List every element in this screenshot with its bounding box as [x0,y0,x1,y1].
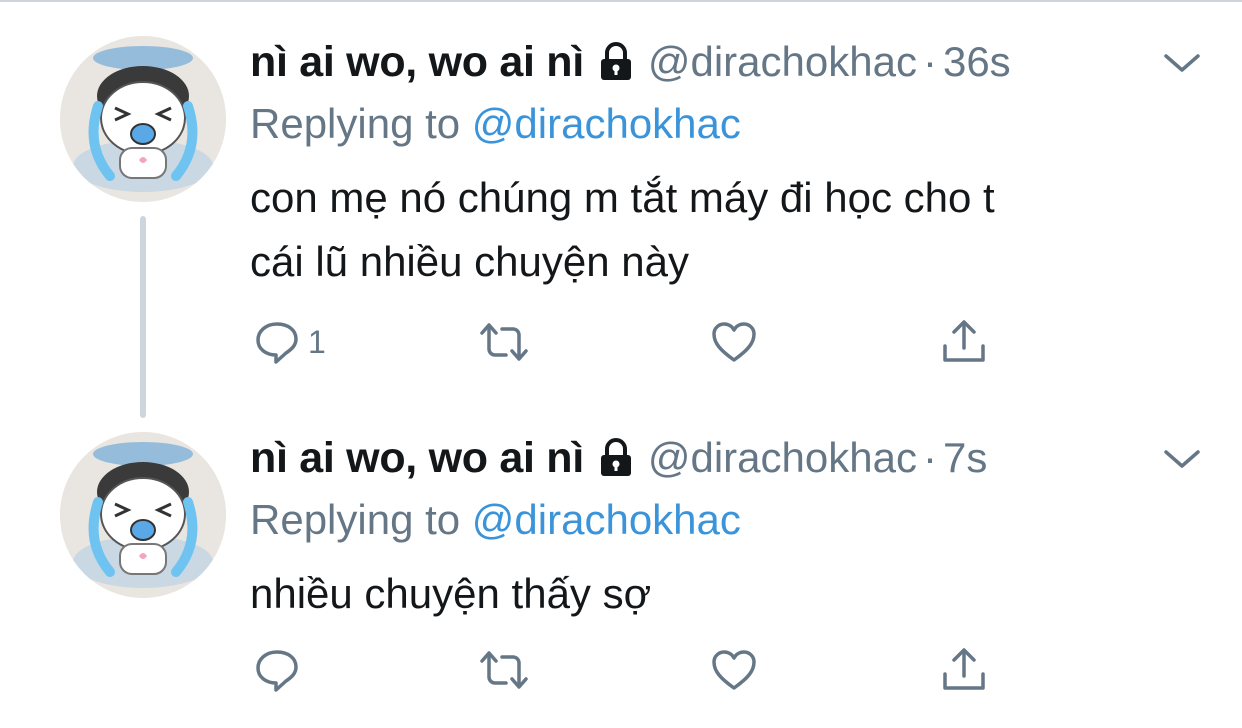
retweet-icon [476,647,532,693]
share-icon [940,318,988,366]
replying-to: Replying to @dirachokhac [250,96,1202,152]
tweet-content: nì ai wo, wo ai nì @dirachokhac · 7s Rep… [250,432,1202,626]
lock-icon [598,42,634,82]
thread-connector-line [140,216,146,418]
heart-icon [710,319,758,365]
retweet-button[interactable] [476,640,532,700]
chevron-down-icon[interactable] [1162,48,1202,78]
replying-to-label: Replying to [250,496,472,543]
share-button[interactable] [940,640,988,700]
tweet-actions: 1 [250,312,1010,372]
chevron-down-icon[interactable] [1162,444,1202,474]
display-name[interactable]: nì ai wo, wo ai nì [250,434,584,483]
reply-count: 1 [308,323,326,360]
share-button[interactable] [940,312,988,372]
tweet-text-line: con mẹ nó chúng m tắt máy đi học cho t [250,174,995,221]
heart-icon [710,647,758,693]
separator-dot: · [922,38,937,85]
tweet-text: nhiều chuyện thấy sợ [250,562,1202,626]
user-handle[interactable]: @dirachokhac [648,434,917,482]
tweet-text: con mẹ nó chúng m tắt máy đi học cho t c… [250,166,1202,294]
reply-button[interactable]: 1 [254,312,326,372]
like-button[interactable] [710,312,758,372]
retweet-button[interactable] [476,312,532,372]
timestamp[interactable]: 36s [943,38,1011,86]
user-handle[interactable]: @dirachokhac [648,38,917,86]
timestamp[interactable]: 7s [943,434,987,482]
separator-dot: · [922,434,937,481]
avatar[interactable] [60,432,226,598]
tweet-header: nì ai wo, wo ai nì @dirachokhac · 36s [250,36,1202,88]
tweet-content: nì ai wo, wo ai nì @dirachokhac · 36s Re… [250,36,1202,294]
tweet-text-line: cái lũ nhiều chuyện này [250,238,689,285]
replying-to: Replying to @dirachokhac [250,492,1202,548]
lock-icon [598,438,634,478]
replying-to-link[interactable]: @dirachokhac [472,496,741,543]
tweet-header: nì ai wo, wo ai nì @dirachokhac · 7s [250,432,1202,484]
speech-bubble-icon [254,319,300,365]
avatar[interactable] [60,36,226,202]
replying-to-link[interactable]: @dirachokhac [472,100,741,147]
retweet-icon [476,319,532,365]
share-icon [940,646,988,694]
tweet-text-line: nhiều chuyện thấy sợ [250,570,652,617]
reply-button[interactable] [254,640,308,700]
replying-to-label: Replying to [250,100,472,147]
tweet-actions [250,640,1010,700]
like-button[interactable] [710,640,758,700]
display-name[interactable]: nì ai wo, wo ai nì [250,38,584,87]
speech-bubble-icon [254,647,300,693]
tweet[interactable]: nì ai wo, wo ai nì @dirachokhac · 7s Rep… [0,420,1242,728]
tweet[interactable]: nì ai wo, wo ai nì @dirachokhac · 36s Re… [0,0,1242,420]
